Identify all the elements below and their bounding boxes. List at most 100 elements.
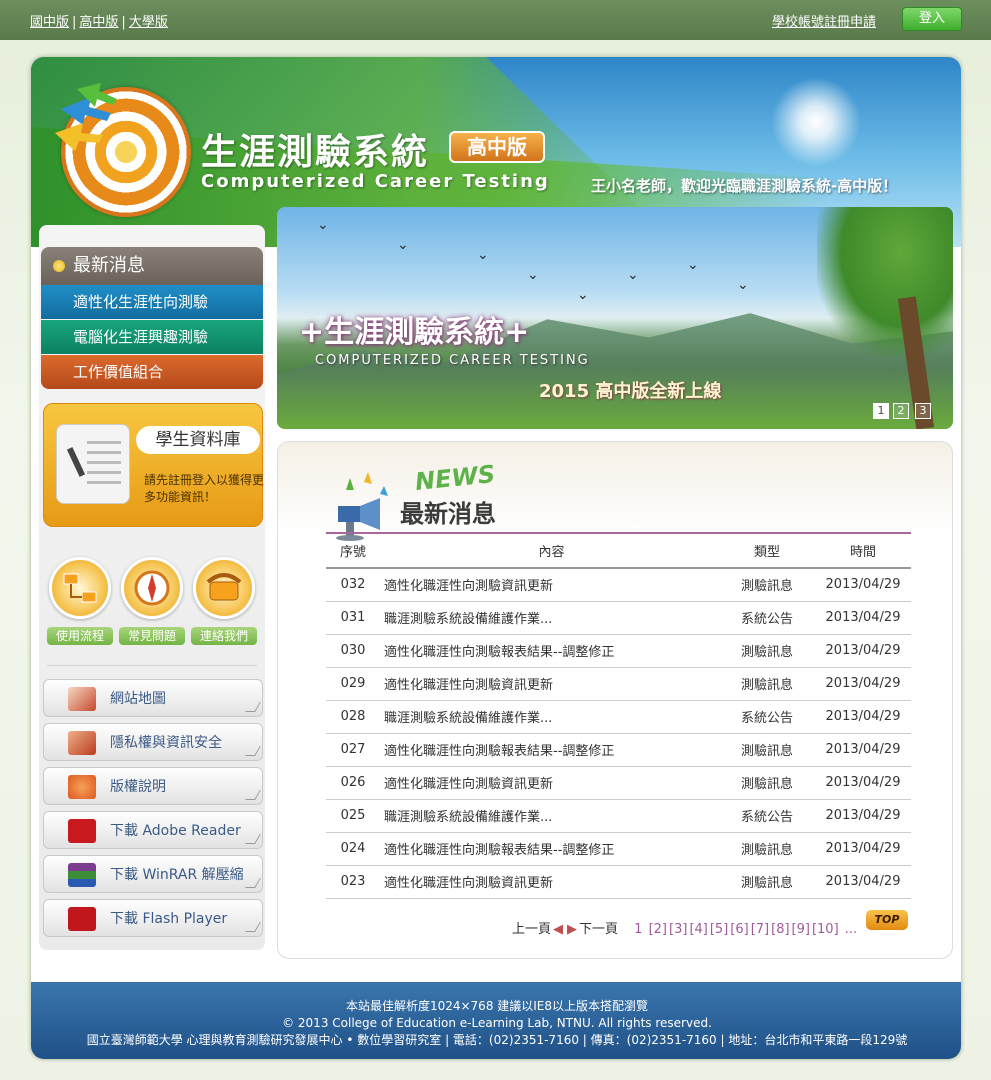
- sidebar-item-work-values[interactable]: 工作價值組合: [41, 355, 263, 389]
- news-title-link[interactable]: 適性化職涯性向測驗資訊更新: [380, 865, 719, 899]
- folder-icon: [68, 731, 96, 755]
- download-adobe-reader-button[interactable]: 下載 Adobe Reader: [43, 811, 263, 849]
- table-row[interactable]: 032 適性化職涯性向測驗資訊更新 測驗訊息 2013/04/29: [326, 568, 911, 602]
- footer-resolution-note: 本站最佳解析度1024×768 建議以IE8以上版本搭配瀏覽: [345, 999, 649, 1013]
- table-header-row: 序號 內容 類型 時間: [326, 534, 911, 569]
- news-title-link[interactable]: 職涯測驗系統設備維護作業...: [380, 601, 719, 635]
- version-link-junior[interactable]: 國中版: [30, 15, 69, 30]
- student-database-desc: 請先註冊登入以獲得更多功能資訊！: [144, 473, 265, 504]
- page-link[interactable]: [6]: [730, 922, 748, 937]
- bird-icon: ⌄: [687, 257, 699, 273]
- sitemap-button[interactable]: 網站地圖: [43, 679, 263, 717]
- pagination: 上一頁 ◀ ▶ 下一頁 1 [2] [3] [4] [5] [6] [7] [8] [9] [10] …: [512, 918, 857, 937]
- news-title-link[interactable]: 適性化職涯性向測驗報表結果--調整修正: [380, 832, 719, 866]
- page-link[interactable]: [2]: [649, 922, 667, 937]
- news-title-link[interactable]: 適性化職涯性向測驗報表結果--調整修正: [380, 634, 719, 668]
- banner-title: +生涯測驗系統+: [299, 315, 530, 350]
- site-title-en: Computerized Career Testing: [201, 171, 550, 192]
- banner-page-2[interactable]: 2: [893, 403, 909, 419]
- privacy-security-button[interactable]: 隱私權與資訊安全: [43, 723, 263, 761]
- phone-icon[interactable]: [193, 557, 255, 619]
- news-title-link[interactable]: 適性化職涯性向測驗資訊更新: [380, 568, 719, 602]
- table-row[interactable]: 025 職涯測驗系統設備維護作業... 系統公告 2013/04/29: [326, 799, 911, 833]
- news-type: 測驗訊息: [719, 832, 815, 866]
- news-title-link[interactable]: 職涯測驗系統設備維護作業...: [380, 700, 719, 734]
- table-row[interactable]: 026 適性化職涯性向測驗資訊更新 測驗訊息 2013/04/29: [326, 766, 911, 800]
- login-button[interactable]: 登入: [902, 7, 962, 31]
- download-flash-player-button[interactable]: 下載 Flash Player: [43, 899, 263, 937]
- back-to-top-button[interactable]: TOP: [866, 910, 908, 930]
- table-row[interactable]: 030 適性化職涯性向測驗報表結果--調整修正 測驗訊息 2013/04/29: [326, 634, 911, 668]
- page-link[interactable]: [7]: [751, 922, 769, 937]
- news-date: 2013/04/29: [815, 766, 911, 800]
- next-page-link[interactable]: 下一頁: [579, 922, 618, 937]
- column-header-type: 類型: [719, 534, 815, 569]
- news-type: 測驗訊息: [719, 766, 815, 800]
- quick-label-contact[interactable]: 連絡我們: [191, 627, 257, 645]
- page-link[interactable]: [3]: [669, 922, 687, 937]
- quick-label-faq[interactable]: 常見問題: [119, 627, 185, 645]
- sidebar-item-news[interactable]: 最新消息: [41, 247, 263, 285]
- table-row[interactable]: 029 適性化職涯性向測驗資訊更新 測驗訊息 2013/04/29: [326, 667, 911, 701]
- bird-icon: ⌄: [477, 247, 489, 263]
- student-database-card[interactable]: 學生資料庫 請先註冊登入以獲得更多功能資訊！: [43, 403, 265, 527]
- news-type: 測驗訊息: [719, 568, 815, 602]
- banner-subtitle: COMPUTERIZED CAREER TESTING: [315, 353, 590, 368]
- version-link-senior[interactable]: 高中版: [79, 15, 118, 30]
- sidebar-item-interest-test[interactable]: 電腦化生涯興趣測驗: [41, 320, 263, 354]
- news-title: 最新消息: [400, 500, 496, 528]
- banner-page-1[interactable]: 1: [873, 403, 889, 419]
- news-number: 028: [326, 700, 380, 734]
- download-winrar-button[interactable]: 下載 WinRAR 解壓縮: [43, 855, 263, 893]
- page-link[interactable]: [8]: [771, 922, 789, 937]
- main-frame: 生涯測驗系統 高中版 Computerized Career Testing 王…: [30, 56, 962, 1060]
- table-row[interactable]: 027 適性化職涯性向測驗報表結果--調整修正 測驗訊息 2013/04/29: [326, 733, 911, 767]
- page-link[interactable]: [5]: [710, 922, 728, 937]
- version-switcher: 國中版 | 高中版 | 大學版: [30, 15, 168, 30]
- quick-label-flow[interactable]: 使用流程: [47, 627, 113, 645]
- tree-decoration: [817, 207, 953, 357]
- news-number: 026: [326, 766, 380, 800]
- news-title-link[interactable]: 適性化職涯性向測驗資訊更新: [380, 667, 719, 701]
- news-table: 序號 內容 類型 時間 032 適性化職涯性向測驗資訊更新 測驗訊息 2013/04/…: [326, 534, 911, 899]
- prev-page-link[interactable]: 上一頁: [512, 922, 551, 937]
- table-row[interactable]: 024 適性化職涯性向測驗報表結果--調整修正 測驗訊息 2013/04/29: [326, 832, 911, 866]
- next-arrow-icon[interactable]: ▶: [567, 922, 577, 937]
- copyright-button[interactable]: 版權說明: [43, 767, 263, 805]
- prev-arrow-icon[interactable]: ◀: [553, 922, 563, 937]
- pen-icon: [66, 447, 86, 477]
- table-row[interactable]: 023 適性化職涯性向測驗資訊更新 測驗訊息 2013/04/29: [326, 865, 911, 899]
- bird-icon: ⌄: [577, 287, 589, 303]
- column-header-content: 內容: [380, 534, 719, 569]
- site-footer: 本站最佳解析度1024×768 建議以IE8以上版本搭配瀏覽 © 2013 Co…: [31, 982, 961, 1059]
- version-link-university[interactable]: 大學版: [129, 15, 168, 30]
- page-link[interactable]: [9]: [792, 922, 810, 937]
- table-row[interactable]: 028 職涯測驗系統設備維護作業... 系統公告 2013/04/29: [326, 700, 911, 734]
- news-date: 2013/04/29: [815, 733, 911, 767]
- news-type: 測驗訊息: [719, 733, 815, 767]
- page-link[interactable]: [10]: [812, 922, 839, 937]
- bullet-icon: [53, 260, 65, 272]
- site-title: 生涯測驗系統: [201, 132, 430, 173]
- page-link[interactable]: [4]: [689, 922, 707, 937]
- school-register-link[interactable]: 學校帳號註冊申請: [772, 11, 876, 30]
- sidebar-item-aptitude-test[interactable]: 適性化生涯性向測驗: [41, 285, 263, 319]
- news-title-link[interactable]: 適性化職涯性向測驗資訊更新: [380, 766, 719, 800]
- sun-decoration: [771, 77, 861, 167]
- welcome-message: 王小名老師，歡迎光臨職涯測驗系統-高中版！: [591, 177, 898, 195]
- news-number: 025: [326, 799, 380, 833]
- flowchart-icon[interactable]: [49, 557, 111, 619]
- compass-icon[interactable]: [121, 557, 183, 619]
- news-title-link[interactable]: 適性化職涯性向測驗報表結果--調整修正: [380, 733, 719, 767]
- news-date: 2013/04/29: [815, 601, 911, 635]
- hero-banner: ⌄ ⌄ ⌄ ⌄ ⌄ ⌄ ⌄ ⌄ +生涯測驗系統+ COMPUTERIZED CA…: [277, 207, 953, 429]
- news-date: 2013/04/29: [815, 634, 911, 668]
- current-page: 1: [634, 922, 643, 937]
- student-database-title: 學生資料庫: [136, 426, 260, 454]
- table-row[interactable]: 031 職涯測驗系統設備維護作業... 系統公告 2013/04/29: [326, 601, 911, 635]
- news-number: 023: [326, 865, 380, 899]
- news-title-en: NEWS: [413, 459, 497, 497]
- news-title-link[interactable]: 職涯測驗系統設備維護作業...: [380, 799, 719, 833]
- news-number: 030: [326, 634, 380, 668]
- banner-page-3[interactable]: 3: [915, 403, 931, 419]
